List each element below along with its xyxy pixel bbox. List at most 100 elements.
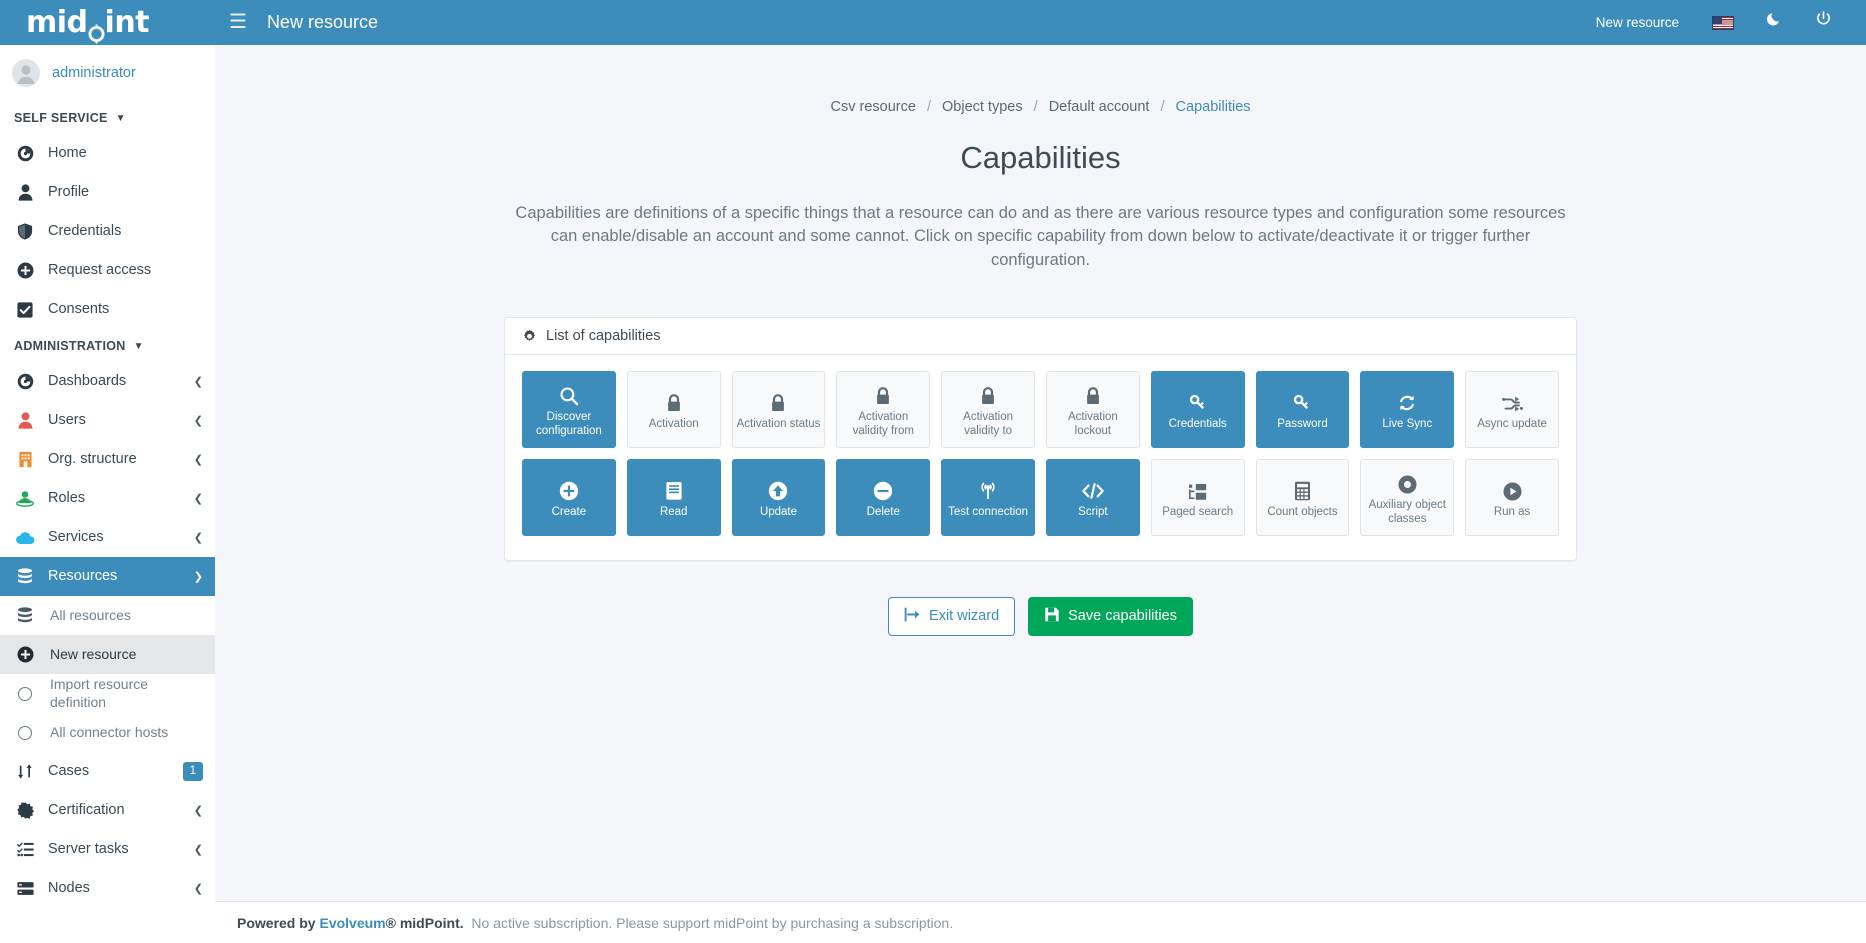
capability-tile-read[interactable]: Read — [626, 459, 721, 537]
sidebar-item-all-resources[interactable]: All resources — [0, 596, 215, 635]
us-flag-icon[interactable] — [1696, 0, 1750, 45]
breadcrumb-item-capabilities[interactable]: Capabilities — [1176, 99, 1251, 115]
sidebar-section-self-service[interactable]: SELF SERVICE ▼ — [0, 101, 215, 134]
capability-tile-auxiliary-object-classes[interactable]: Auxiliary object classes — [1360, 459, 1455, 537]
capability-tile-script[interactable]: Script — [1045, 459, 1140, 537]
capability-label: Update — [759, 505, 798, 518]
shield-icon — [14, 223, 36, 240]
sidebar-item-request-access[interactable]: Request access — [0, 251, 215, 290]
capability-label: Async update — [1477, 417, 1547, 430]
minus-circle-icon — [873, 475, 893, 501]
chevron-left-icon: ❮ — [193, 415, 203, 427]
capability-tile-test-connection[interactable]: Test connection — [941, 459, 1035, 537]
capability-row: Create Read Update Delete Test connectio… — [517, 459, 1564, 537]
capability-label: Discover configuration — [535, 411, 602, 437]
lock-icon — [875, 380, 891, 406]
capability-tile-activation[interactable]: Activation — [626, 371, 721, 449]
code-icon — [1081, 475, 1105, 501]
sidebar-item-label: Resources — [48, 567, 118, 584]
capability-tile-password[interactable]: Password — [1255, 371, 1350, 449]
capability-tile-live-sync[interactable]: Live Sync — [1360, 371, 1455, 449]
capability-tile-delete[interactable]: Delete — [836, 459, 931, 537]
capability-tile-create[interactable]: Create — [522, 459, 616, 537]
lock-icon — [666, 387, 682, 413]
roles-icon — [14, 490, 36, 507]
capability-tile-activation-lockout[interactable]: Activation lockout — [1045, 371, 1140, 449]
top-navbar: mid int ☰ New resource New resource — [0, 0, 1866, 45]
sidebar-item-org-structure[interactable]: Org. structure ❮ — [0, 440, 215, 479]
capabilities-card-title: List of capabilities — [546, 328, 661, 345]
sidebar-section-label: ADMINISTRATION — [14, 339, 126, 353]
capability-label: Create — [551, 505, 587, 518]
sidebar-item-users[interactable]: Users ❮ — [0, 401, 215, 440]
sidebar-item-certification[interactable]: Certification ❮ — [0, 791, 215, 830]
chevron-down-icon: ❯ — [193, 571, 203, 583]
sidebar-item-import-resource-definition[interactable]: Import resource definition — [0, 674, 215, 713]
lock-icon — [980, 380, 996, 406]
capability-label: Live Sync — [1382, 417, 1433, 430]
exit-wizard-button[interactable]: Exit wizard — [888, 597, 1016, 636]
sidebar-item-label: Certification — [48, 801, 125, 818]
breadcrumb-item-csv-resource[interactable]: Csv resource — [830, 99, 915, 115]
capability-tile-async-update[interactable]: Async update — [1465, 371, 1559, 449]
topbar-new-resource-link[interactable]: New resource — [1579, 0, 1696, 45]
sidebar-item-roles[interactable]: Roles ❮ — [0, 479, 215, 518]
sidebar-item-resources[interactable]: Resources ❯ — [0, 557, 215, 596]
search-icon — [559, 380, 579, 406]
chevron-down-icon: ▼ — [115, 112, 126, 124]
save-capabilities-button[interactable]: Save capabilities — [1028, 597, 1193, 636]
sidebar-item-all-connector-hosts[interactable]: All connector hosts — [0, 713, 215, 752]
moon-icon[interactable] — [1750, 0, 1799, 45]
power-icon[interactable] — [1799, 0, 1848, 45]
lock-icon — [770, 387, 786, 413]
logo-prefix: mid — [26, 4, 88, 40]
sidebar-item-services[interactable]: Services ❮ — [0, 518, 215, 557]
hamburger-icon[interactable]: ☰ — [215, 0, 261, 45]
capability-tile-activation-validity-from[interactable]: Activation validity from — [836, 371, 931, 449]
sidebar-item-label: Server tasks — [48, 840, 129, 857]
broadcast-tower-icon — [977, 475, 999, 501]
capability-tile-count-objects[interactable]: Count objects — [1255, 459, 1350, 537]
capability-label: Activation validity to — [963, 411, 1014, 437]
server-icon — [14, 881, 36, 896]
capability-tile-discover-configuration[interactable]: Discover configuration — [522, 371, 616, 449]
sidebar-item-label: Request access — [48, 261, 152, 278]
brand-logo[interactable]: mid int — [0, 0, 215, 45]
sidebar-item-label: Dashboards — [48, 372, 127, 389]
footer-evolveum-link[interactable]: Evolveum — [319, 915, 385, 931]
chevron-left-icon: ❮ — [193, 454, 203, 466]
sidebar-item-new-resource[interactable]: New resource — [0, 635, 215, 674]
capability-tile-paged-search[interactable]: Paged search — [1150, 459, 1245, 537]
save-icon — [1044, 607, 1060, 626]
exit-wizard-label: Exit wizard — [929, 608, 1000, 625]
sign-out-icon — [904, 607, 921, 626]
sidebar-item-cases[interactable]: Cases 1 — [0, 752, 215, 791]
sidebar-user-panel[interactable]: administrator — [0, 45, 215, 101]
user-name-label[interactable]: administrator — [52, 65, 136, 81]
refresh-icon — [1397, 387, 1417, 413]
shuffle-icon — [1501, 387, 1523, 413]
breadcrumb-item-object-types[interactable]: Object types — [942, 99, 1023, 115]
capability-tile-run-as[interactable]: Run as — [1465, 459, 1559, 537]
topbar-right-group: New resource — [1579, 0, 1866, 45]
capability-tile-activation-validity-to[interactable]: Activation validity to — [941, 371, 1035, 449]
sidebar-item-server-tasks[interactable]: Server tasks ❮ — [0, 830, 215, 869]
sidebar-section-administration[interactable]: ADMINISTRATION ▼ — [0, 329, 215, 362]
sidebar-item-home[interactable]: Home — [0, 134, 215, 173]
capability-tile-activation-status[interactable]: Activation status — [731, 371, 826, 449]
sidebar-item-credentials[interactable]: Credentials — [0, 212, 215, 251]
sidebar-item-profile[interactable]: Profile — [0, 173, 215, 212]
calculator-icon — [1294, 475, 1311, 501]
capability-tile-update[interactable]: Update — [731, 459, 826, 537]
check-square-icon — [14, 301, 36, 318]
sidebar-item-nodes[interactable]: Nodes ❮ — [0, 869, 215, 908]
breadcrumb-separator: / — [1160, 99, 1165, 115]
breadcrumb-item-default-account[interactable]: Default account — [1049, 99, 1150, 115]
sidebar-item-dashboards[interactable]: Dashboards ❮ — [0, 362, 215, 401]
sidebar-item-consents[interactable]: Consents — [0, 290, 215, 329]
capability-label: Script — [1078, 505, 1108, 518]
plus-circle-icon — [14, 646, 36, 663]
capability-tile-credentials[interactable]: Credentials — [1150, 371, 1245, 449]
sitemap-icon — [1188, 475, 1208, 501]
circle-dot-icon — [1398, 468, 1417, 494]
